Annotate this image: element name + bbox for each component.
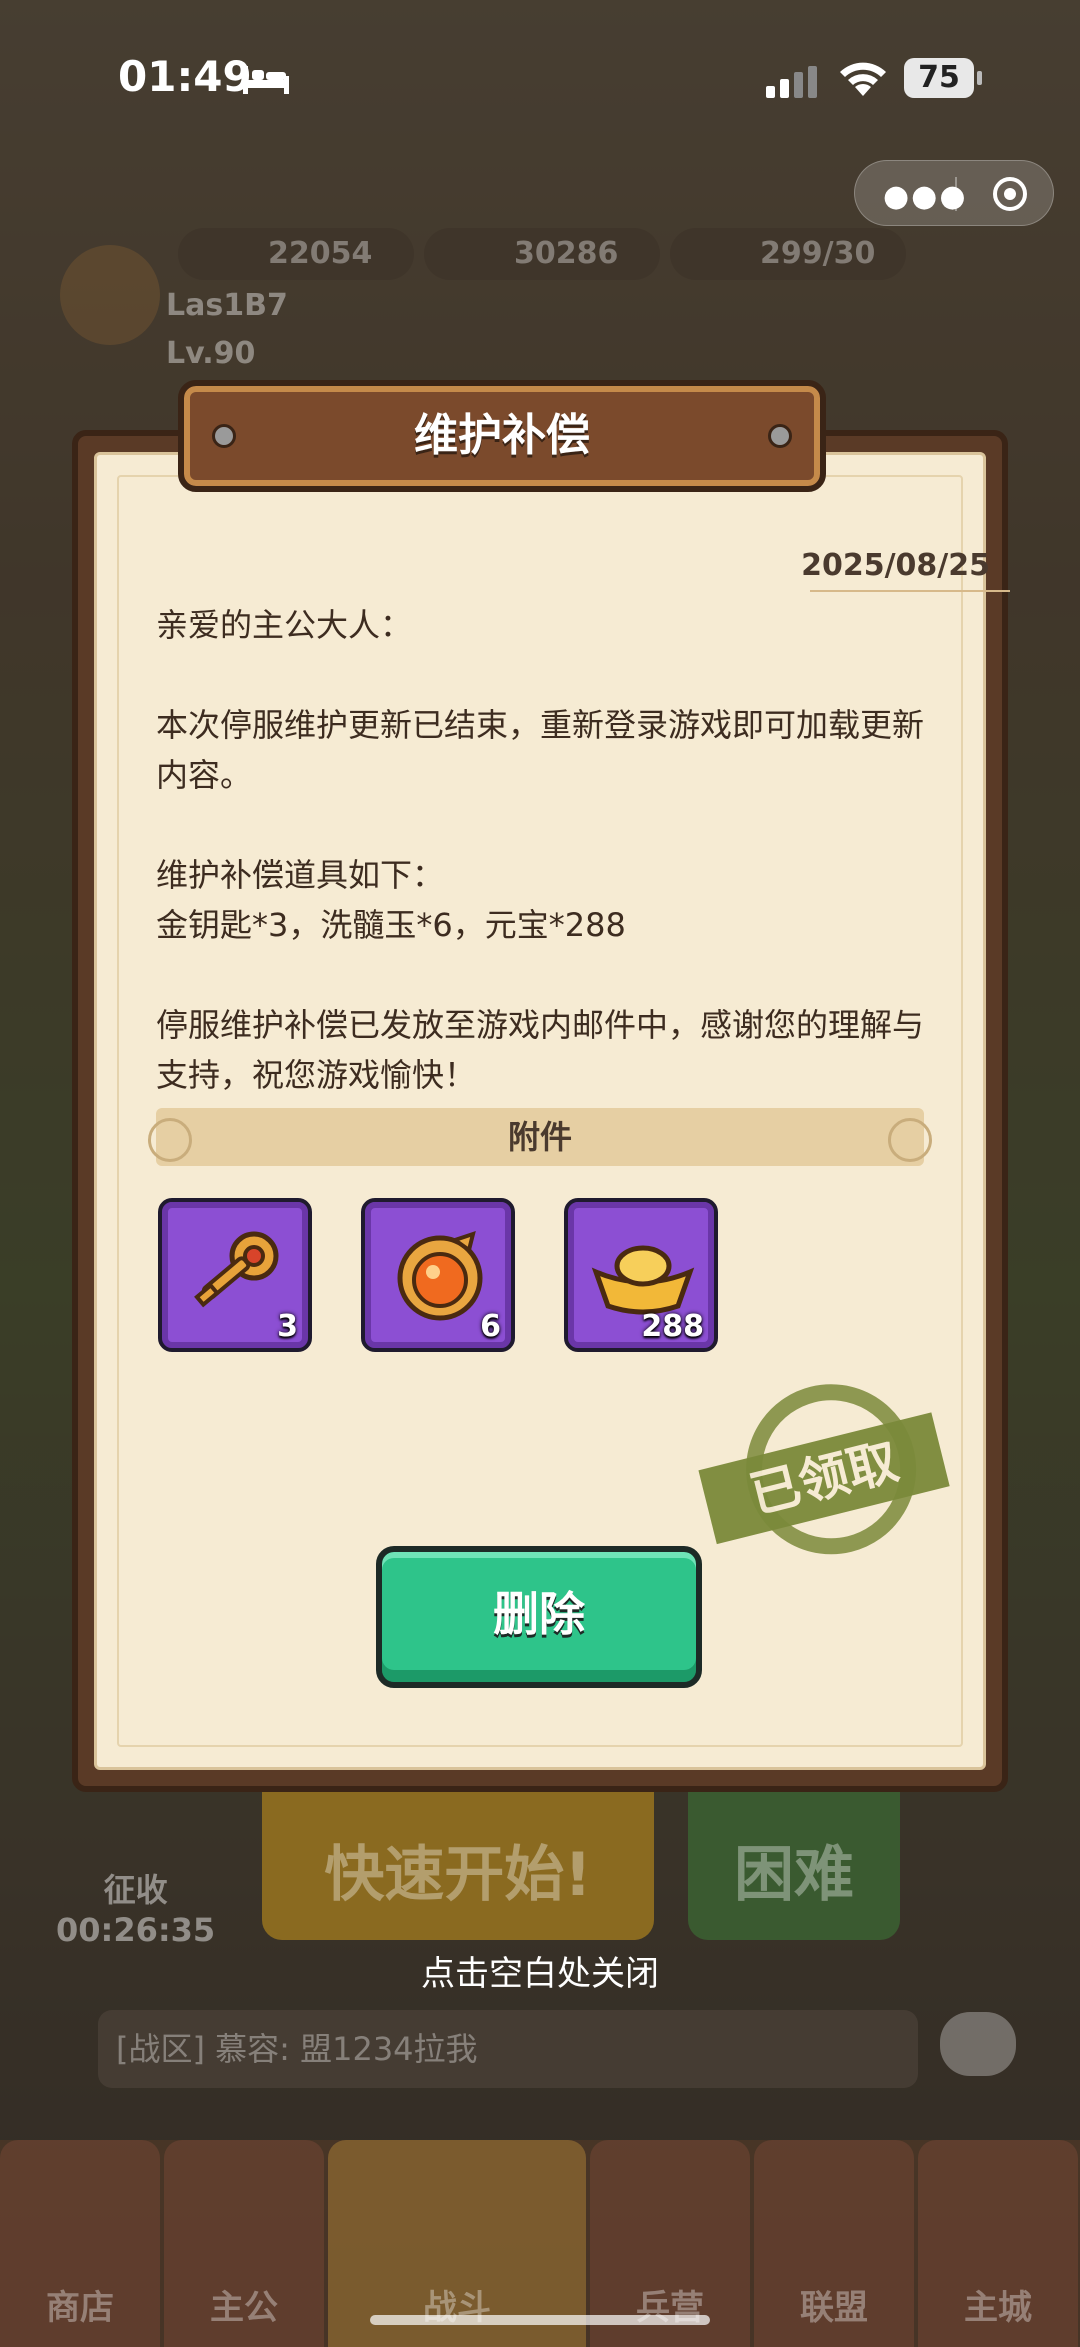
close-hint[interactable]: 点击空白处关闭 <box>0 1946 1080 1995</box>
player-name: Las1B7 <box>166 288 288 323</box>
home-indicator[interactable] <box>370 2315 710 2325</box>
nav-alliance: 联盟 <box>754 2140 914 2347</box>
cellular-signal-icon <box>766 66 817 98</box>
item-count: 288 <box>641 1309 704 1344</box>
capsule-divider <box>955 177 957 211</box>
avatar <box>60 245 160 345</box>
item-count: 3 <box>277 1309 298 1344</box>
mail-greeting: 亲爱的主公大人： <box>156 606 413 644</box>
status-bar: 01:49 75 <box>0 0 1080 150</box>
mail-date: 2025/08/25 <box>801 548 990 583</box>
attachment-item-ingot[interactable]: 288 <box>564 1198 718 1352</box>
attachment-item-marrow-jade[interactable]: 6 <box>361 1198 515 1352</box>
clock: 01:49 <box>118 52 252 101</box>
attachments-banner: 附件 <box>148 1108 932 1166</box>
mini-program-capsule: ●●● <box>854 160 1054 226</box>
nav-shop: 商店 <box>0 2140 160 2347</box>
nav-lord: 主公 <box>164 2140 324 2347</box>
golden-key-icon <box>194 1231 279 1308</box>
dialog-title-plate: 维护补偿 <box>178 380 826 492</box>
marrow-jade-icon <box>397 1230 483 1321</box>
close-miniprogram-icon[interactable] <box>993 177 1027 211</box>
player-level: Lv.90 <box>166 336 256 371</box>
attachment-item-golden-key[interactable]: 3 <box>158 1198 312 1352</box>
gold-resource: 22054 <box>178 228 414 280</box>
nav-main-city: 主城 <box>918 2140 1078 2347</box>
mail-paragraph: 停服维护补偿已发放至游戏内邮件中，感谢您的理解与支持，祝您游戏愉快！ <box>156 1006 925 1094</box>
chat-bar: [战区] 慕容: 盟1234拉我 <box>98 2010 918 2088</box>
sleep-mode-icon <box>243 66 289 94</box>
copper-resource: 30286 <box>424 228 660 280</box>
food-resource: 299/30 <box>670 228 906 280</box>
mail-paragraph: 本次停服维护更新已结束，重新登录游戏即可加载更新内容。 <box>156 706 925 794</box>
date-underline <box>810 590 1010 592</box>
battery-indicator: 75 <box>904 58 982 98</box>
mail-body: 亲爱的主公大人： 本次停服维护更新已结束，重新登录游戏即可加载更新内容。 维护补… <box>156 600 936 1150</box>
dialog-title: 维护补偿 <box>414 410 590 461</box>
chat-bubble-icon <box>940 2012 1016 2076</box>
mail-paragraph: 维护补偿道具如下： 金钥匙*3，洗髓玉*6，元宝*288 <box>156 856 626 944</box>
wifi-icon <box>840 62 886 96</box>
item-count: 6 <box>480 1309 501 1344</box>
delete-button[interactable]: 删除 <box>376 1546 702 1688</box>
collect-timer: 征收 00:26:35 <box>56 1871 216 1949</box>
